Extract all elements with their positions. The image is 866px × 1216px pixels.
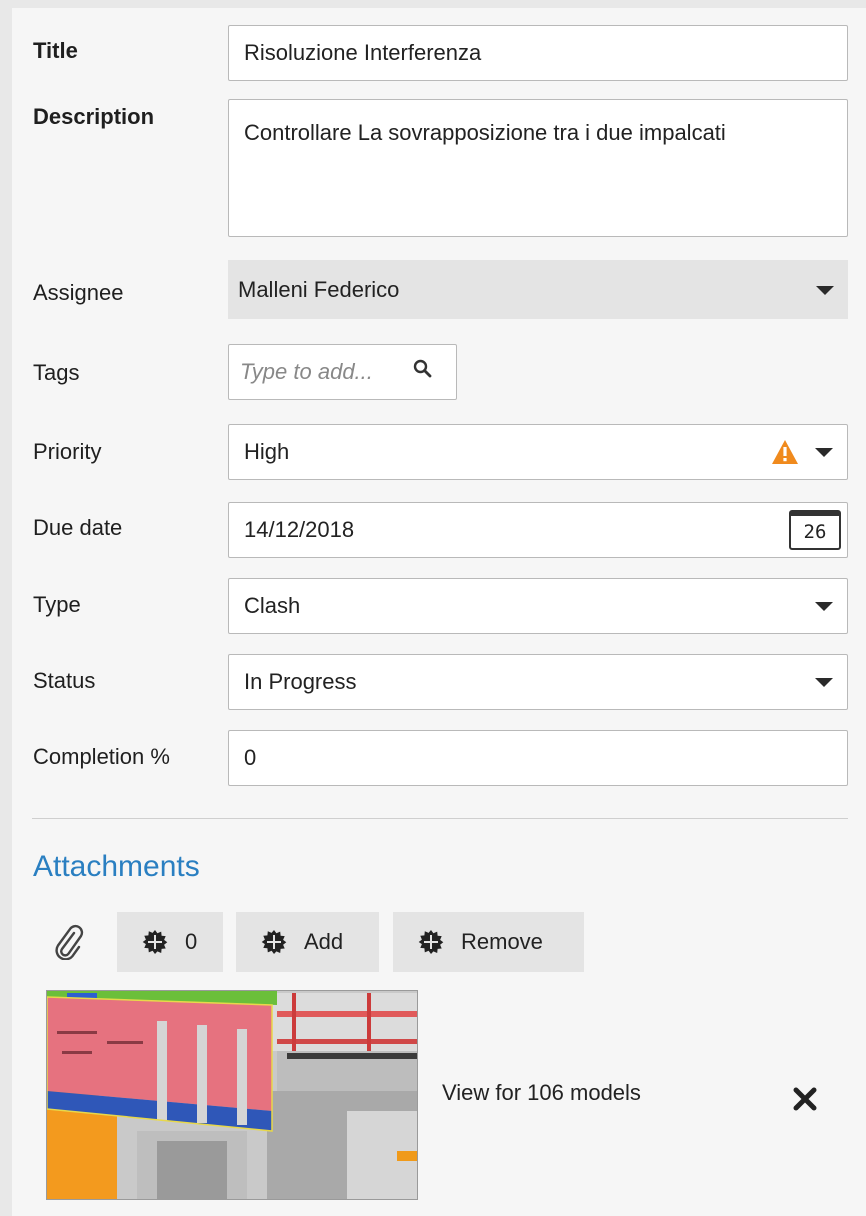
completion-value: 0 bbox=[244, 745, 257, 770]
add-attachment-button[interactable]: Add bbox=[236, 912, 379, 972]
attachments-title: Attachments bbox=[33, 850, 200, 883]
status-label: Status bbox=[33, 668, 96, 693]
description-textarea[interactable]: Controllare La sovrapposizione tra i due… bbox=[228, 99, 848, 237]
chevron-down-icon bbox=[815, 602, 833, 611]
calendar-icon[interactable]: 26 bbox=[789, 510, 841, 550]
issue-details-panel: Title Risoluzione Interferenza Descripti… bbox=[12, 8, 866, 1216]
priority-value: High bbox=[244, 439, 290, 464]
bug-icon bbox=[142, 930, 168, 954]
attachment-count-button[interactable]: 0 bbox=[117, 912, 223, 972]
paperclip-icon[interactable] bbox=[52, 924, 86, 960]
bug-icon bbox=[418, 930, 444, 954]
attachment-view-label[interactable]: View for 106 models bbox=[442, 1080, 641, 1106]
add-label: Add bbox=[304, 929, 344, 954]
warning-icon bbox=[772, 440, 798, 464]
type-value: Clash bbox=[244, 593, 301, 618]
tags-input[interactable]: Type to add... bbox=[228, 344, 457, 400]
status-value: In Progress bbox=[244, 669, 357, 694]
attachment-count: 0 bbox=[185, 929, 198, 954]
close-icon[interactable] bbox=[788, 1082, 822, 1116]
tags-label: Tags bbox=[33, 360, 80, 385]
type-label: Type bbox=[33, 592, 81, 617]
priority-label: Priority bbox=[33, 439, 102, 464]
due-date-label: Due date bbox=[33, 515, 123, 540]
tags-placeholder: Type to add... bbox=[240, 359, 373, 384]
title-input[interactable]: Risoluzione Interferenza bbox=[228, 25, 848, 81]
chevron-down-icon bbox=[815, 678, 833, 687]
assignee-label: Assignee bbox=[33, 280, 124, 305]
completion-input[interactable]: 0 bbox=[228, 730, 848, 786]
description-value: Controllare La sovrapposizione tra i due… bbox=[244, 120, 726, 145]
remove-label: Remove bbox=[461, 929, 543, 954]
bug-icon bbox=[261, 930, 287, 954]
due-date-input[interactable]: 14/12/2018 26 bbox=[228, 502, 848, 558]
title-label: Title bbox=[33, 38, 78, 63]
chevron-down-icon bbox=[816, 285, 834, 295]
due-date-value: 14/12/2018 bbox=[244, 517, 355, 542]
status-dropdown[interactable]: In Progress bbox=[228, 654, 848, 710]
priority-dropdown[interactable]: High bbox=[228, 424, 848, 480]
description-label: Description bbox=[33, 104, 155, 129]
completion-label: Completion % bbox=[33, 744, 170, 769]
type-dropdown[interactable]: Clash bbox=[228, 578, 848, 634]
attachment-thumbnail[interactable] bbox=[46, 990, 418, 1200]
assignee-dropdown[interactable]: Malleni Federico bbox=[228, 260, 848, 319]
section-divider bbox=[32, 818, 848, 819]
search-icon bbox=[413, 359, 432, 378]
title-value: Risoluzione Interferenza bbox=[244, 40, 482, 65]
chevron-down-icon bbox=[815, 448, 833, 457]
assignee-value: Malleni Federico bbox=[238, 276, 400, 302]
model-view-image bbox=[47, 991, 417, 1199]
remove-attachment-button[interactable]: Remove bbox=[393, 912, 584, 972]
